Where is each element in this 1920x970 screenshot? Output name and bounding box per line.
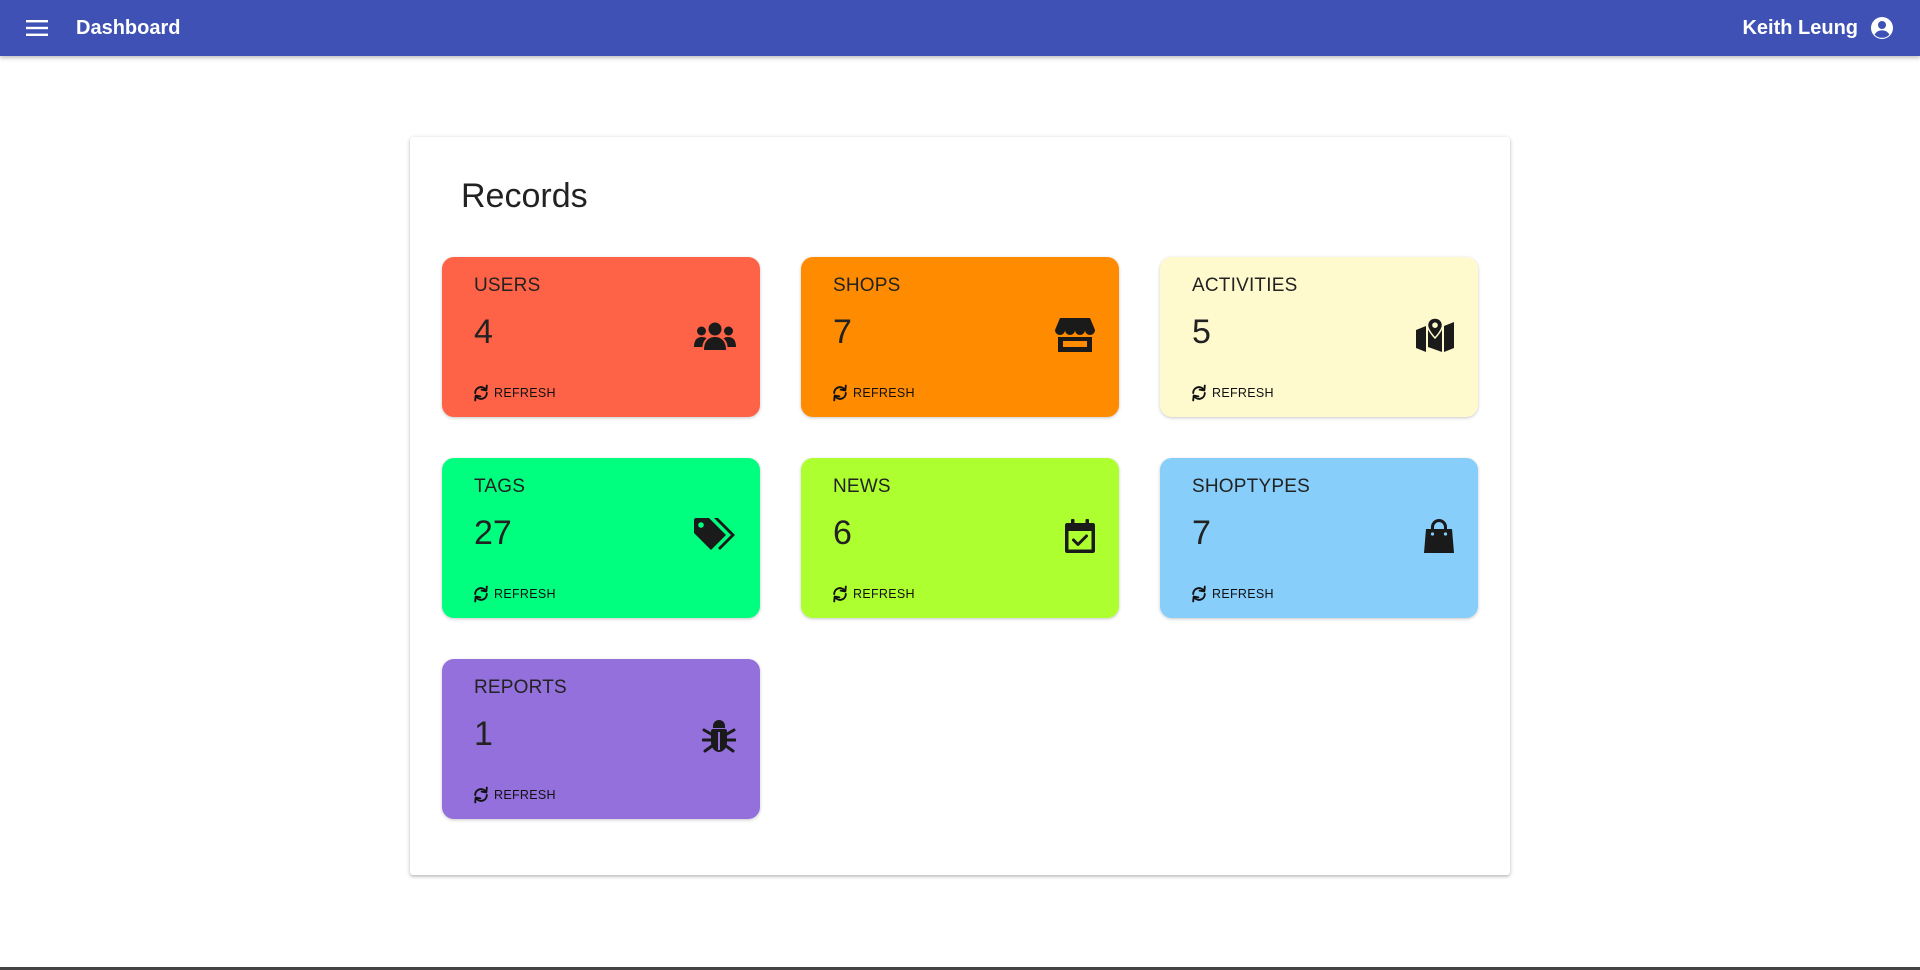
refresh-icon bbox=[474, 585, 488, 603]
refresh-icon bbox=[1192, 384, 1206, 402]
tags-icon bbox=[694, 518, 735, 550]
refresh-button[interactable]: REFRESH bbox=[1190, 583, 1274, 605]
stat-card-label: SHOPS bbox=[833, 275, 901, 296]
stat-card-shoptypes: SHOPTYPES 7 REFRESH bbox=[1160, 458, 1478, 618]
store-icon bbox=[1055, 318, 1095, 352]
map-marker-icon bbox=[1416, 318, 1454, 352]
stat-card-activities: ACTIVITIES 5 REFRESH bbox=[1160, 257, 1478, 417]
menu-button[interactable] bbox=[22, 13, 52, 43]
refresh-icon bbox=[1192, 585, 1206, 603]
stat-card-reports: REPORTS 1 REFRESH bbox=[442, 659, 760, 819]
user-name: Keith Leung bbox=[1742, 16, 1858, 39]
stat-card-value: 4 bbox=[474, 313, 493, 351]
refresh-label: REFRESH bbox=[853, 386, 915, 400]
app-bar: Dashboard Keith Leung bbox=[0, 0, 1920, 56]
stat-card-news: NEWS 6 REFRESH bbox=[801, 458, 1119, 618]
shopping-bag-icon bbox=[1424, 519, 1454, 553]
refresh-label: REFRESH bbox=[853, 587, 915, 601]
stat-card-label: ACTIVITIES bbox=[1192, 275, 1298, 296]
stat-card-value: 1 bbox=[474, 715, 493, 753]
stat-card-value: 27 bbox=[474, 514, 512, 552]
stat-card-users: USERS 4 REFRESH bbox=[442, 257, 760, 417]
refresh-icon bbox=[474, 384, 488, 402]
stat-card-shops: SHOPS 7 REFRESH bbox=[801, 257, 1119, 417]
stat-card-value: 6 bbox=[833, 514, 852, 552]
refresh-icon bbox=[474, 786, 488, 804]
refresh-label: REFRESH bbox=[494, 587, 556, 601]
refresh-button[interactable]: REFRESH bbox=[831, 382, 915, 404]
refresh-icon bbox=[833, 585, 847, 603]
stat-card-value: 7 bbox=[1192, 514, 1211, 552]
user-menu[interactable]: Keith Leung bbox=[1742, 12, 1894, 44]
stat-card-value: 7 bbox=[833, 313, 852, 351]
bug-icon bbox=[702, 720, 736, 753]
calendar-check-icon bbox=[1065, 519, 1095, 553]
stat-card-label: SHOPTYPES bbox=[1192, 476, 1310, 497]
refresh-icon bbox=[833, 384, 847, 402]
refresh-button[interactable]: REFRESH bbox=[472, 583, 556, 605]
refresh-button[interactable]: REFRESH bbox=[472, 382, 556, 404]
users-icon bbox=[694, 322, 736, 350]
refresh-button[interactable]: REFRESH bbox=[472, 784, 556, 806]
stat-card-label: REPORTS bbox=[474, 677, 567, 698]
stat-card-label: NEWS bbox=[833, 476, 891, 497]
stat-card-label: USERS bbox=[474, 275, 541, 296]
refresh-label: REFRESH bbox=[494, 788, 556, 802]
refresh-button[interactable]: REFRESH bbox=[1190, 382, 1274, 404]
refresh-button[interactable]: REFRESH bbox=[831, 583, 915, 605]
page-title: Dashboard bbox=[76, 17, 181, 39]
records-panel: Records USERS 4 REFRESH SHOPS 7 REFRESH … bbox=[410, 137, 1510, 875]
stat-card-label: TAGS bbox=[474, 476, 526, 497]
refresh-label: REFRESH bbox=[494, 386, 556, 400]
refresh-label: REFRESH bbox=[1212, 587, 1274, 601]
records-title: Records bbox=[461, 177, 588, 215]
account-circle-icon bbox=[1871, 17, 1893, 39]
stat-card-value: 5 bbox=[1192, 313, 1211, 351]
refresh-label: REFRESH bbox=[1212, 386, 1274, 400]
stat-card-tags: TAGS 27 REFRESH bbox=[442, 458, 760, 618]
menu-icon bbox=[26, 20, 48, 36]
